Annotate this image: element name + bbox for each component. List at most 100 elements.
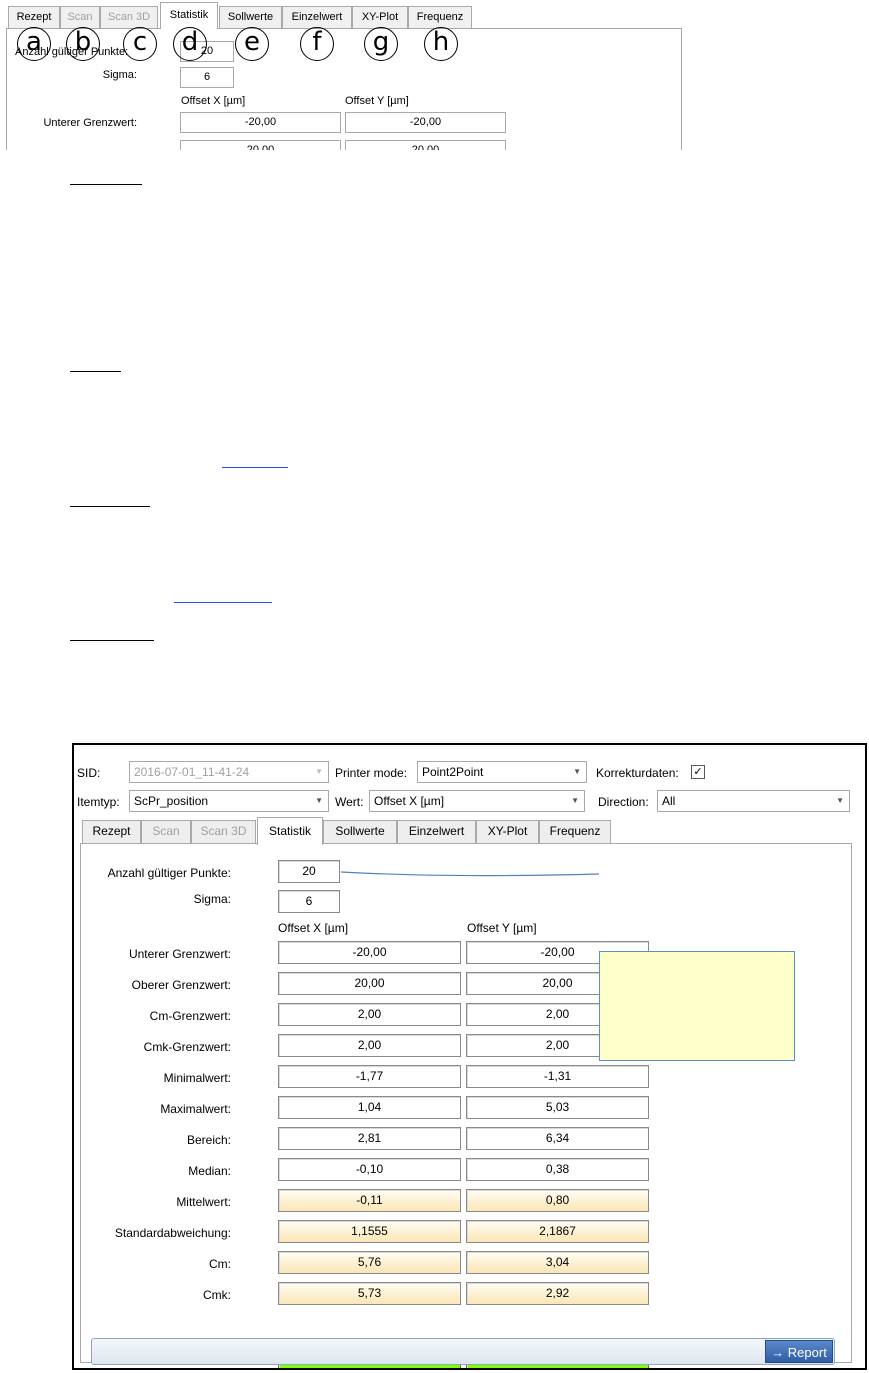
direction-value: All	[662, 794, 676, 808]
unterer-grenzwert-x-field[interactable]: -20,00	[278, 941, 461, 964]
cmk-x-field[interactable]: 5,73	[278, 1282, 461, 1305]
bereich-x-field[interactable]: 2,81	[278, 1127, 461, 1150]
cm-x-field[interactable]: 5,76	[278, 1251, 461, 1274]
top-tab-statistik[interactable]: Statistik	[160, 2, 218, 29]
top-tab-scan-3d[interactable]: Scan 3D	[100, 6, 158, 28]
top-cropped-screenshot: Rezept Scan Scan 3D Statistik Sollwerte …	[0, 0, 690, 150]
tab-rezept[interactable]: Rezept	[82, 820, 141, 843]
sid-value: 2016-07-01_11-41-24	[134, 765, 250, 779]
callout-connector-line	[340, 871, 600, 877]
korrekturdaten-checkbox[interactable]: ✓	[691, 765, 705, 779]
maximalwert-label: Maximalwert:	[160, 1102, 231, 1116]
top-tab-scan[interactable]: Scan	[60, 6, 100, 28]
mittelwert-x-field[interactable]: -0,11	[278, 1189, 461, 1212]
chevron-down-icon: ▼	[571, 796, 579, 805]
marker-d: d	[173, 27, 207, 61]
cmk-grenzwert-x-field[interactable]: 2,00	[278, 1034, 461, 1057]
top-col-x-header: Offset X [µm]	[181, 95, 246, 107]
marker-f: f	[300, 27, 334, 61]
oberer-grenzwert-x-field[interactable]: 20,00	[278, 972, 461, 995]
marker-g: g	[364, 27, 398, 61]
itemtyp-label: Itemtyp:	[77, 795, 120, 809]
chevron-down-icon: ▼	[573, 767, 581, 776]
cm-label: Cm:	[209, 1257, 231, 1271]
callout-note-box	[599, 951, 795, 1061]
cm-y-field[interactable]: 3,04	[466, 1251, 649, 1274]
oberer-grenzwert-label: Oberer Grenzwert:	[131, 978, 231, 992]
statistik-panel: Anzahl gültiger Punkte: 20 Sigma: 6 Offs…	[80, 843, 852, 1368]
maximalwert-x-field[interactable]: 1,04	[278, 1096, 461, 1119]
tab-einzelwert[interactable]: Einzelwert	[397, 820, 476, 843]
mittelwert-y-field[interactable]: 0,80	[466, 1189, 649, 1212]
anzahl-field[interactable]: 20	[278, 860, 340, 883]
top-unterer-x[interactable]: -20,00	[180, 112, 341, 133]
cmk-y-field[interactable]: 2,92	[466, 1282, 649, 1305]
tab-statistik[interactable]: Statistik	[257, 817, 323, 845]
minimalwert-x-field[interactable]: -1,77	[278, 1065, 461, 1088]
top-oberer-y[interactable]: 20,00	[345, 140, 506, 150]
wert-value: Offset X [µm]	[374, 794, 445, 808]
top-oberer-x[interactable]: 20,00	[180, 140, 341, 150]
printer-mode-combobox[interactable]: Point2Point ▼	[417, 761, 587, 783]
mittelwert-label: Mittelwert:	[176, 1195, 231, 1209]
marker-h: h	[424, 27, 458, 61]
link-underline-1[interactable]	[222, 467, 288, 468]
heading-underline-1	[70, 184, 142, 185]
top-unterer-label: Unterer Grenzwert:	[43, 117, 137, 129]
heading-underline-3	[70, 506, 150, 507]
top-tab-content: Anzahl gültiger Punkte: 20 Sigma: 6 Offs…	[6, 28, 682, 150]
maximalwert-y-field[interactable]: 5,03	[466, 1096, 649, 1119]
tab-sollwerte[interactable]: Sollwerte	[323, 820, 397, 843]
standardabweichung-x-field[interactable]: 1,1555	[278, 1220, 461, 1243]
top-sigma-label: Sigma:	[102, 69, 137, 81]
minimalwert-y-field[interactable]: -1,31	[466, 1065, 649, 1088]
tab-scan-3d[interactable]: Scan 3D	[191, 820, 256, 843]
heading-underline-4	[70, 640, 154, 641]
itemtyp-combobox[interactable]: ScPr_position ▼	[129, 790, 329, 812]
sigma-field[interactable]: 6	[278, 890, 340, 913]
chevron-down-icon: ▼	[836, 796, 844, 805]
chevron-down-icon: ▼	[315, 796, 323, 805]
minimalwert-label: Minimalwert:	[163, 1071, 231, 1085]
anzahl-label: Anzahl gültiger Punkte:	[107, 866, 231, 880]
top-tab-xy-plot[interactable]: XY-Plot	[352, 6, 408, 28]
median-label: Median:	[188, 1164, 231, 1178]
printer-mode-label: Printer mode:	[335, 766, 408, 780]
tab-scan[interactable]: Scan	[141, 820, 191, 843]
top-unterer-y[interactable]: -20,00	[345, 112, 506, 133]
top-col-y-header: Offset Y [µm]	[345, 95, 409, 107]
heading-underline-2	[70, 371, 121, 372]
cm-grenzwert-x-field[interactable]: 2,00	[278, 1003, 461, 1026]
direction-combobox[interactable]: All ▼	[657, 790, 850, 812]
tab-xy-plot[interactable]: XY-Plot	[476, 820, 539, 843]
bereich-label: Bereich:	[186, 1133, 231, 1147]
chevron-down-icon: ▼	[315, 767, 323, 776]
top-tab-rezept[interactable]: Rezept	[8, 6, 60, 28]
statistik-window: SID: 2016-07-01_11-41-24 ▼ Printer mode:…	[72, 743, 867, 1370]
top-tab-sollwerte[interactable]: Sollwerte	[219, 6, 282, 28]
marker-e: e	[235, 27, 269, 61]
col-x-header: Offset X [µm]	[278, 921, 349, 935]
itemtyp-value: ScPr_position	[134, 794, 209, 808]
cmk-grenzwert-label: Cmk-Grenzwert:	[143, 1040, 231, 1054]
median-x-field[interactable]: -0,10	[278, 1158, 461, 1181]
top-sigma-field[interactable]: 6	[180, 67, 234, 88]
tab-frequenz[interactable]: Frequenz	[539, 820, 611, 843]
marker-a: a	[17, 27, 51, 61]
standardabweichung-y-field[interactable]: 2,1867	[466, 1220, 649, 1243]
report-button[interactable]: → Report	[765, 1340, 833, 1363]
sid-label: SID:	[77, 766, 101, 780]
link-underline-2[interactable]	[174, 602, 272, 603]
standardabweichung-label: Standardabweichung:	[114, 1226, 231, 1240]
korrekturdaten-label: Korrekturdaten:	[596, 766, 679, 780]
wert-combobox[interactable]: Offset X [µm] ▼	[369, 790, 585, 812]
marker-b: b	[66, 27, 100, 61]
bereich-y-field[interactable]: 6,34	[466, 1127, 649, 1150]
top-tab-einzelwert[interactable]: Einzelwert	[282, 6, 352, 28]
sid-combobox[interactable]: 2016-07-01_11-41-24 ▼	[129, 761, 329, 783]
median-y-field[interactable]: 0,38	[466, 1158, 649, 1181]
status-bar: → Report	[91, 1338, 835, 1365]
wert-label: Wert:	[335, 795, 364, 809]
top-tab-frequenz[interactable]: Frequenz	[408, 6, 472, 28]
cmk-label: Cmk:	[203, 1288, 231, 1302]
